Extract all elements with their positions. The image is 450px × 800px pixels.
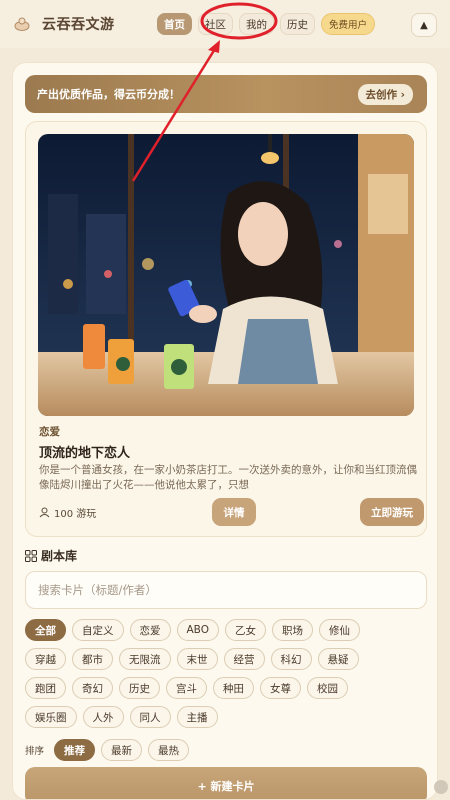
genre-tag[interactable]: 同人 bbox=[129, 706, 171, 728]
genre-tag[interactable]: 校园 bbox=[307, 677, 348, 699]
user-tier-badge: 免费用户 bbox=[321, 13, 376, 35]
genre-tag[interactable]: ABO bbox=[176, 619, 219, 641]
sort-option[interactable]: 最新 bbox=[101, 739, 143, 761]
genre-tag[interactable]: 无限流 bbox=[119, 648, 171, 670]
sort-label: 排序 bbox=[25, 746, 45, 757]
genre-tag[interactable]: 全部 bbox=[25, 619, 66, 641]
genre-tag[interactable]: 自定义 bbox=[72, 619, 124, 641]
genre-tag[interactable]: 科幻 bbox=[270, 648, 312, 670]
top-bar: 云吞吞文游 首页 社区 我的 历史 免费用户 ▲ bbox=[0, 0, 450, 48]
tab-history[interactable]: 历史 bbox=[280, 13, 315, 35]
tag-row: 穿越 都市 无限流 末世 经营 科幻 悬疑 bbox=[25, 648, 427, 670]
player-icon bbox=[39, 507, 50, 518]
genre-tag[interactable]: 穿越 bbox=[25, 648, 66, 670]
genre-tag[interactable]: 都市 bbox=[72, 648, 113, 670]
app-title: 云吞吞文游 bbox=[42, 17, 115, 33]
library-heading: 剧本库 bbox=[25, 547, 77, 564]
create-button[interactable]: 去创作 › bbox=[357, 84, 413, 105]
logo-icon bbox=[14, 17, 30, 31]
genre-tags: 全部 自定义 恋爱 ABO 乙女 职场 修仙 穿越 都市 无限流 末世 经营 科幻 悬疑 跑团 奇幻 历史 宫斗种… bbox=[25, 619, 427, 735]
sort-bar: 排序 推荐 最新 最热 bbox=[25, 739, 190, 761]
genre-tag[interactable]: 末世 bbox=[176, 648, 218, 670]
scroll-top-button[interactable]: ▲ bbox=[411, 13, 437, 37]
tab-mine[interactable]: 我的 bbox=[239, 13, 274, 35]
tag-row: 全部 自定义 恋爱 ABO 乙女 职场 修仙 bbox=[25, 619, 427, 641]
genre-tag[interactable]: 乙女 bbox=[224, 619, 266, 641]
story-title: 顶流的地下恋人 bbox=[39, 446, 131, 461]
library-heading-text: 剧本库 bbox=[41, 549, 78, 563]
genre-tag[interactable]: 跑团 bbox=[25, 677, 66, 699]
genre-tag[interactable]: 主播 bbox=[176, 706, 218, 728]
floating-dot[interactable] bbox=[434, 780, 448, 794]
tag-row: 跑团 奇幻 历史 宫斗 种田 女尊 校园 bbox=[25, 677, 427, 699]
details-button[interactable]: 详情 bbox=[212, 498, 256, 526]
new-card-button[interactable]: + 新建卡片 bbox=[25, 767, 427, 799]
tab-home[interactable]: 首页 bbox=[157, 13, 192, 35]
tab-community[interactable]: 社区 bbox=[198, 13, 233, 35]
genre-tag[interactable]: 宫斗 bbox=[166, 677, 207, 699]
genre-tag[interactable]: 恋爱 bbox=[129, 619, 171, 641]
genre-tag[interactable]: 人外 bbox=[82, 706, 124, 728]
triangle-up-icon: ▲ bbox=[420, 19, 428, 31]
tag-row: 娱乐圈 人外 同人 主播 bbox=[25, 706, 427, 728]
genre-tag[interactable]: 职场 bbox=[271, 619, 313, 641]
play-count: 100 游玩 bbox=[39, 505, 96, 520]
genre-tag[interactable]: 女尊 bbox=[260, 677, 301, 699]
genre-tag[interactable]: 修仙 bbox=[318, 619, 360, 641]
genre-tag[interactable]: 娱乐圈 bbox=[25, 706, 77, 728]
play-count-text: 100 游玩 bbox=[54, 509, 97, 520]
nav-tabs: 首页 社区 我的 历史 免费用户 bbox=[157, 13, 376, 35]
play-now-button[interactable]: 立即游玩 bbox=[360, 498, 424, 526]
genre-tag[interactable]: 经营 bbox=[223, 648, 265, 670]
sort-option[interactable]: 推荐 bbox=[54, 739, 96, 761]
featured-story-card: 恋爱 顶流的地下恋人 你是一个普通女孩，在一家小奶茶店打工。一次送外卖的意外，让… bbox=[25, 121, 427, 537]
grid-icon bbox=[25, 549, 37, 562]
story-cover-image bbox=[38, 134, 414, 416]
genre-tag[interactable]: 奇幻 bbox=[72, 677, 113, 699]
promo-banner: 产出优质作品，得云币分成！ 去创作 › bbox=[25, 75, 427, 113]
genre-tag[interactable]: 历史 bbox=[119, 677, 160, 699]
main-panel: 产出优质作品，得云币分成！ 去创作 › 恋爱 顶流的地下恋人 你是一个普通女孩，… bbox=[12, 62, 438, 800]
promo-text: 产出优质作品，得云币分成！ bbox=[37, 88, 180, 101]
genre-tag[interactable]: 种田 bbox=[213, 677, 254, 699]
genre-tag[interactable]: 悬疑 bbox=[317, 648, 359, 670]
sort-option[interactable]: 最热 bbox=[148, 739, 190, 761]
story-description: 你是一个普通女孩，在一家小奶茶店打工。一次送外卖的意外，让你和当红顶流偶像陆烬川… bbox=[39, 464, 417, 491]
story-category: 恋爱 bbox=[39, 426, 60, 438]
search-input[interactable] bbox=[25, 571, 427, 609]
